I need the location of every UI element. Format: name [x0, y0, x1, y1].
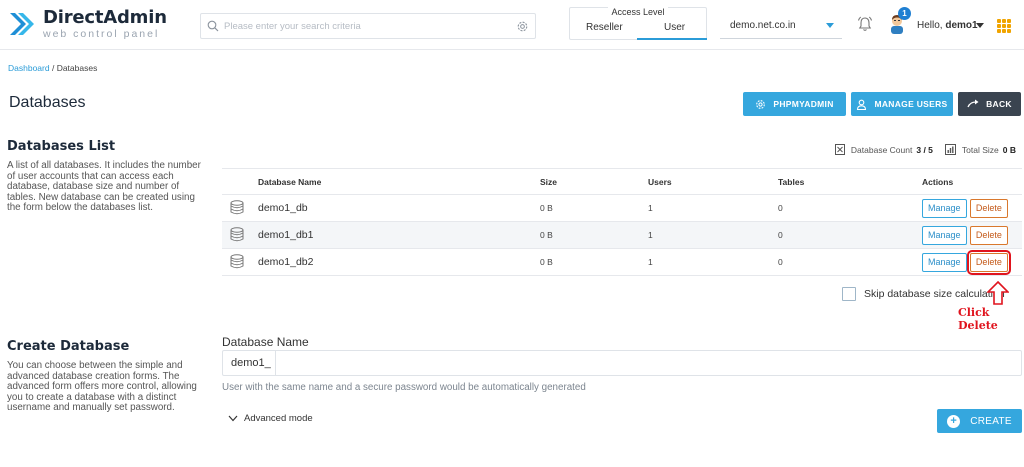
- database-tables: 0: [778, 221, 922, 249]
- breadcrumb-dashboard-link[interactable]: Dashboard: [8, 63, 50, 73]
- manage-users-button[interactable]: MANAGE USERS: [851, 92, 953, 116]
- manage-users-label: MANAGE USERS: [874, 99, 948, 109]
- database-count-value: 3 / 5: [916, 144, 933, 155]
- notification-count-badge: 1: [898, 7, 911, 20]
- gear-icon: [756, 99, 766, 109]
- manage-button[interactable]: Manage: [922, 198, 967, 218]
- database-name-field[interactable]: demo1_: [222, 350, 1022, 376]
- database-icon: [230, 226, 244, 241]
- databases-table: Database Name Size Users Tables Actions …: [222, 168, 1022, 276]
- create-database-description: You can choose between the simple and ad…: [7, 360, 197, 413]
- database-size: 0 B: [540, 194, 648, 222]
- database-icon: [230, 199, 244, 214]
- total-size-chart-icon: [944, 144, 956, 155]
- database-count-icon: [834, 144, 845, 155]
- user-menu-chevron-down-icon[interactable]: [976, 23, 984, 28]
- database-users: 1: [648, 194, 778, 222]
- search-icon: [207, 20, 219, 32]
- delete-button-highlighted[interactable]: Delete: [966, 249, 1011, 275]
- column-header-tables[interactable]: Tables: [778, 168, 922, 195]
- notification-bell-icon[interactable]: [856, 15, 874, 33]
- database-name-prefix: demo1_: [231, 350, 276, 376]
- table-row: demo1_db2 0 B 1 0 Manage Delete: [222, 248, 1022, 276]
- logo[interactable]: DirectAdmin web control panel: [8, 9, 167, 40]
- access-level-user[interactable]: User: [664, 22, 685, 33]
- total-size-value: 0 B: [1002, 144, 1016, 155]
- column-header-users[interactable]: Users: [648, 168, 778, 195]
- access-level-title: Access Level: [608, 7, 668, 17]
- logo-title: DirectAdmin: [43, 7, 167, 28]
- database-size: 0 B: [540, 248, 648, 276]
- database-size: 0 B: [540, 221, 648, 249]
- domain-select[interactable]: demo.net.co.in: [720, 12, 842, 39]
- arrow-back-icon: [967, 99, 979, 108]
- database-count-label: Database Count: [850, 144, 913, 155]
- table-row: demo1_db 0 B 1 0 Manage Delete: [222, 194, 1022, 222]
- advanced-mode-toggle[interactable]: Advanced mode: [228, 413, 313, 424]
- greeting-text: Hello,: [917, 20, 943, 31]
- search-settings-gear-icon[interactable]: [516, 20, 529, 33]
- access-level-active-indicator: [637, 38, 707, 40]
- database-name-hint: User with the same name and a secure pas…: [222, 382, 586, 393]
- phpmyadmin-button[interactable]: PHPMYADMIN: [743, 92, 846, 116]
- delete-button[interactable]: Delete: [969, 198, 1008, 218]
- search-input[interactable]: [224, 20, 504, 32]
- database-name[interactable]: demo1_db: [258, 194, 540, 222]
- skip-size-calculation-label: Skip database size calculation: [864, 288, 1005, 300]
- logo-subtitle: web control panel: [43, 28, 160, 40]
- breadcrumb: Dashboard / Databases: [8, 63, 97, 73]
- apps-grid-icon[interactable]: [997, 19, 1012, 34]
- skip-size-calculation-option[interactable]: Skip database size calculation: [842, 287, 1005, 301]
- column-header-actions: Actions: [922, 168, 1022, 195]
- directadmin-logo-icon: [10, 13, 34, 36]
- column-header-database-name[interactable]: Database Name: [258, 168, 540, 195]
- database-users: 1: [648, 248, 778, 276]
- table-row: demo1_db1 0 B 1 0 Manage Delete: [222, 221, 1022, 249]
- breadcrumb-current: Databases: [56, 63, 98, 73]
- create-database-title: Create Database: [7, 339, 130, 354]
- column-header-size[interactable]: Size: [540, 168, 648, 195]
- database-stats: Database Count 3 / 5 Total Size 0 B: [834, 144, 1016, 155]
- table-header-row: Database Name Size Users Tables Actions: [222, 168, 1022, 195]
- user-greeting[interactable]: Hello, demo1: [917, 20, 978, 31]
- database-name-input[interactable]: [279, 351, 1021, 375]
- manage-button[interactable]: Manage: [922, 225, 967, 245]
- database-tables: 0: [778, 248, 922, 276]
- total-size-label: Total Size: [961, 144, 999, 155]
- annotation-text: Click Delete: [958, 306, 998, 332]
- advanced-mode-label: Advanced mode: [244, 413, 313, 424]
- database-name[interactable]: demo1_db2: [258, 248, 540, 276]
- database-icon: [230, 253, 244, 268]
- create-button[interactable]: + CREATE: [937, 409, 1022, 433]
- skip-size-calculation-checkbox[interactable]: [842, 287, 856, 301]
- search-box[interactable]: [200, 13, 536, 39]
- chevron-down-icon: [826, 23, 834, 28]
- user-icon: [857, 99, 867, 110]
- access-level-switch: Access Level Reseller User: [569, 7, 707, 40]
- top-header: DirectAdmin web control panel Access Lev…: [0, 0, 1024, 50]
- back-button[interactable]: BACK: [958, 92, 1021, 116]
- access-level-reseller[interactable]: Reseller: [586, 22, 623, 33]
- databases-list-description: A list of all databases. It includes the…: [7, 160, 201, 213]
- phpmyadmin-label: PHPMYADMIN: [773, 99, 834, 109]
- page-title: Databases: [9, 94, 86, 111]
- database-tables: 0: [778, 194, 922, 222]
- back-label: BACK: [986, 99, 1012, 109]
- domain-select-value: demo.net.co.in: [730, 19, 796, 31]
- delete-button[interactable]: Delete: [969, 225, 1008, 245]
- manage-button[interactable]: Manage: [922, 252, 967, 272]
- create-label: CREATE: [970, 415, 1012, 427]
- annotation-up-arrow-icon: [987, 281, 1009, 305]
- database-users: 1: [648, 221, 778, 249]
- username: demo1: [945, 20, 978, 31]
- chevron-down-icon: [228, 415, 238, 422]
- database-name-label: Database Name: [222, 335, 309, 349]
- database-name[interactable]: demo1_db1: [258, 221, 540, 249]
- databases-list-title: Databases List: [7, 139, 116, 154]
- plus-circle-icon: +: [947, 414, 961, 428]
- breadcrumb-separator: /: [49, 63, 57, 73]
